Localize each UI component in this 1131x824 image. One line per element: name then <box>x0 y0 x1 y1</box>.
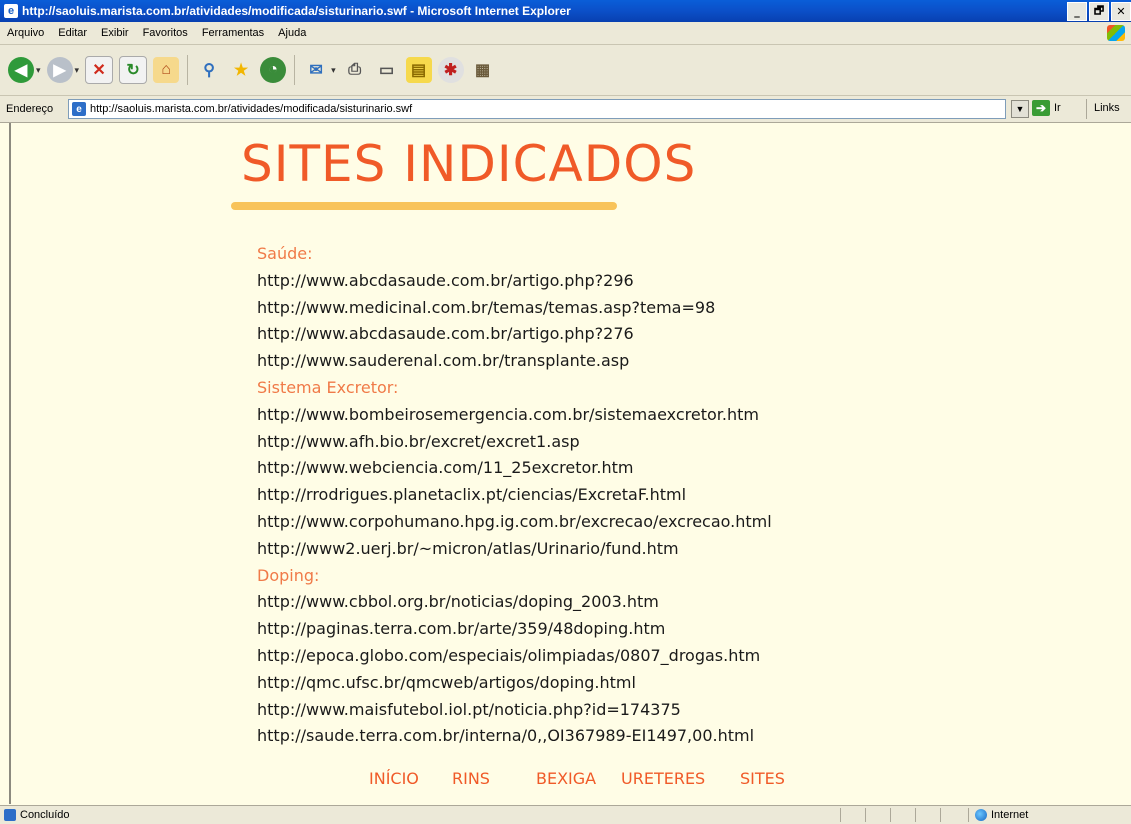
mail-dropdown-icon[interactable]: ▾ <box>331 65 336 76</box>
history-icon[interactable]: ◔ <box>260 57 287 83</box>
links-separator <box>1086 99 1087 119</box>
page-title: SITES INDICADOS <box>241 135 697 193</box>
close-button[interactable]: ✕ <box>1111 2 1131 21</box>
window-controls: _ 🗗 ✕ <box>1067 2 1131 21</box>
site-link[interactable]: http://www.abcdasaude.com.br/artigo.php?… <box>257 268 772 295</box>
nav-rins[interactable]: RINS <box>452 769 490 788</box>
site-link[interactable]: http://www.afh.bio.br/excret/excret1.asp <box>257 429 772 456</box>
forward-dropdown-icon[interactable]: ▾ <box>75 65 80 76</box>
restore-button[interactable]: 🗗 <box>1089 2 1109 21</box>
toolbar-separator <box>187 55 189 85</box>
nav-ureteres[interactable]: URETERES <box>621 769 705 788</box>
notes-icon[interactable]: ▤ <box>405 57 432 83</box>
zone-label: Internet <box>991 809 1029 821</box>
site-link[interactable]: http://paginas.terra.com.br/arte/359/48d… <box>257 616 772 643</box>
security-zone: Internet <box>968 808 1028 822</box>
back-icon[interactable]: ◀ <box>8 57 34 83</box>
favorites-star-icon[interactable]: ★ <box>228 57 254 83</box>
site-link[interactable]: http://qmc.ufsc.br/qmcweb/artigos/doping… <box>257 670 772 697</box>
menu-ferramentas[interactable]: Ferramentas <box>195 27 271 39</box>
windows-logo-icon <box>1107 25 1125 41</box>
site-link[interactable]: http://www.corpohumano.hpg.ig.com.br/exc… <box>257 509 772 536</box>
title-underline <box>231 202 617 210</box>
section-heading: Sistema Excretor: <box>257 377 399 397</box>
status-pane <box>840 808 863 822</box>
status-pane <box>890 808 913 822</box>
minimize-button[interactable]: _ <box>1067 2 1087 21</box>
address-label: Endereço <box>6 103 54 115</box>
status-bar: Concluído Internet <box>0 805 1131 824</box>
title-bar: e http://saoluis.marista.com.br/atividad… <box>0 0 1131 22</box>
address-bar: Endereço e http://saoluis.marista.com.br… <box>0 96 1131 123</box>
refresh-icon[interactable]: ↻ <box>119 56 148 84</box>
go-arrow-icon[interactable]: ➔ <box>1032 100 1050 116</box>
links-button[interactable]: Links <box>1094 102 1120 114</box>
section-heading: Saúde: <box>257 244 313 263</box>
section-heading: Doping: <box>257 565 320 585</box>
site-link[interactable]: http://www.medicinal.com.br/temas/temas.… <box>257 295 772 322</box>
site-link[interactable]: http://www.maisfutebol.iol.pt/noticia.ph… <box>257 697 772 724</box>
nav-inicio[interactable]: INÍCIO <box>369 769 419 788</box>
address-url: http://saoluis.marista.com.br/atividades… <box>90 103 413 115</box>
print-icon[interactable]: ⎙ <box>342 57 368 83</box>
menu-exibir[interactable]: Exibir <box>94 27 136 39</box>
nav-sites[interactable]: SITES <box>740 769 785 788</box>
edit-icon[interactable]: ▭ <box>374 57 400 83</box>
site-link[interactable]: http://www.webciencia.com/11_25excretor.… <box>257 455 772 482</box>
status-pane <box>865 808 888 822</box>
window-title: http://saoluis.marista.com.br/atividades… <box>22 4 571 18</box>
mail-icon[interactable]: ✉ <box>303 57 329 83</box>
status-panes <box>840 808 963 822</box>
toolbar-separator <box>294 55 296 85</box>
site-link[interactable]: http://epoca.globo.com/especiais/olimpia… <box>257 643 772 670</box>
status-pane <box>940 808 963 822</box>
toolbar: ◀ ▾ ▶ ▾ ✕ ↻ ⌂ ⚲ ★ ◔ ✉ ▾ ⎙ ▭ ▤ ✱ ▦ <box>0 45 1131 96</box>
address-dropdown-button[interactable]: ▼ <box>1011 100 1029 118</box>
back-dropdown-icon[interactable]: ▾ <box>36 65 41 76</box>
site-link[interactable]: http://www2.uerj.br/~micron/atlas/Urinar… <box>257 536 772 563</box>
globe-icon <box>975 809 987 821</box>
stop-icon[interactable]: ✕ <box>85 56 114 84</box>
site-link[interactable]: http://www.bombeirosemergencia.com.br/si… <box>257 402 772 429</box>
site-link[interactable]: http://rrodrigues.planetaclix.pt/ciencia… <box>257 482 772 509</box>
menu-favoritos[interactable]: Favoritos <box>136 27 195 39</box>
research-icon[interactable]: ▦ <box>470 57 496 83</box>
page-done-icon <box>4 809 16 821</box>
address-input[interactable]: e http://saoluis.marista.com.br/atividad… <box>68 99 1006 119</box>
menu-ajuda[interactable]: Ajuda <box>271 27 313 39</box>
home-icon[interactable]: ⌂ <box>153 57 180 83</box>
page-content: SITES INDICADOS Saúde: http://www.abcdas… <box>9 123 1131 804</box>
status-pane <box>915 808 938 822</box>
status-text: Concluído <box>20 809 70 821</box>
menu-arquivo[interactable]: Arquivo <box>0 27 51 39</box>
go-button-label[interactable]: Ir <box>1054 102 1061 114</box>
site-link[interactable]: http://www.sauderenal.com.br/transplante… <box>257 348 772 375</box>
menu-editar[interactable]: Editar <box>51 27 94 39</box>
ie-logo-icon: e <box>4 4 18 18</box>
page-icon: e <box>72 102 86 116</box>
nav-bexiga[interactable]: BEXIGA <box>536 769 596 788</box>
messenger-icon[interactable]: ✱ <box>437 57 464 83</box>
site-link[interactable]: http://www.abcdasaude.com.br/artigo.php?… <box>257 321 772 348</box>
menu-bar: Arquivo Editar Exibir Favoritos Ferramen… <box>0 22 1131 45</box>
site-link[interactable]: http://www.cbbol.org.br/noticias/doping_… <box>257 589 772 616</box>
site-link[interactable]: http://saude.terra.com.br/interna/0,,OI3… <box>257 723 772 750</box>
search-icon[interactable]: ⚲ <box>196 57 222 83</box>
forward-icon[interactable]: ▶ <box>46 57 73 83</box>
section-saude: Saúde: http://www.abcdasaude.com.br/arti… <box>257 241 772 750</box>
